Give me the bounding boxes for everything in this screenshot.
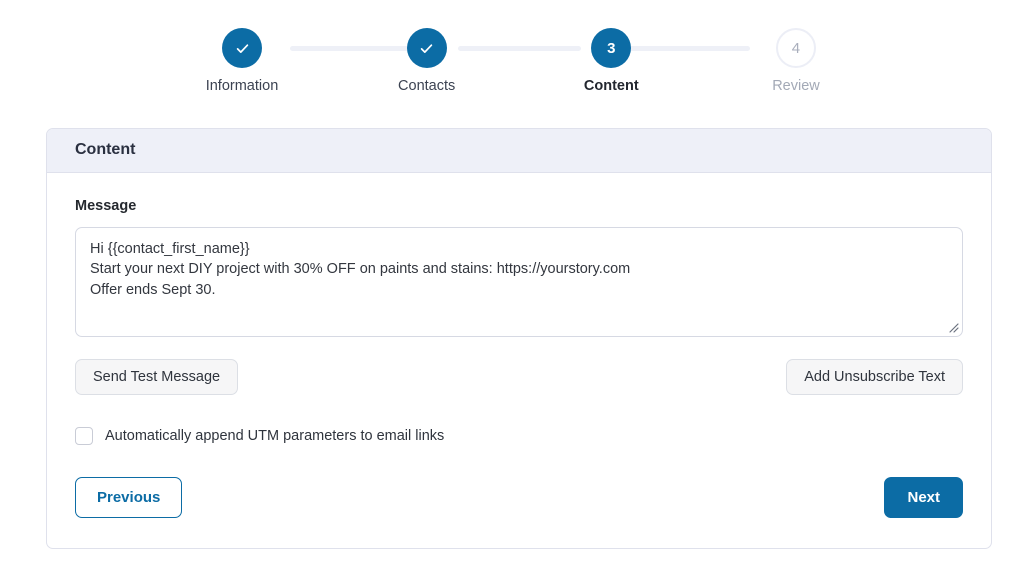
message-field-wrapper (75, 226, 963, 337)
content-card-body: Message Send Test Message Add Unsubscrib… (47, 173, 991, 548)
message-actions-row: Send Test Message Add Unsubscribe Text (75, 358, 963, 395)
send-test-message-button[interactable]: Send Test Message (75, 358, 239, 395)
step-content-circle[interactable]: 3 (591, 28, 632, 68)
previous-button[interactable]: Previous (75, 477, 183, 518)
content-card-header: Content (47, 129, 991, 173)
step-contacts-label: Contacts (398, 78, 456, 94)
message-input[interactable] (75, 226, 963, 337)
step-review-label: Review (772, 78, 820, 94)
utm-parameters-checkbox[interactable] (75, 427, 93, 445)
step-content[interactable]: 3 Content (551, 28, 671, 94)
step-contacts[interactable]: Contacts (367, 28, 487, 94)
step-information-label: Information (205, 78, 279, 94)
content-card: Content Message Send Test Message Add Un… (46, 128, 992, 549)
wizard-navigation-row: Previous Next (75, 477, 963, 518)
step-review[interactable]: 4 Review (736, 28, 856, 94)
add-unsubscribe-text-button[interactable]: Add Unsubscribe Text (786, 358, 963, 395)
step-information[interactable]: Information (182, 28, 302, 94)
wizard-stepper: Information Contacts 3 Content 4 Review (0, 0, 1036, 108)
message-label: Message (75, 198, 137, 214)
step-review-circle[interactable]: 4 (775, 28, 816, 68)
utm-parameters-label: Automatically append UTM parameters to e… (105, 427, 445, 444)
card-title: Content (75, 141, 136, 158)
step-information-circle[interactable] (222, 28, 262, 68)
check-icon (418, 40, 435, 57)
step-list: Information Contacts 3 Content 4 Review (182, 28, 856, 94)
check-icon (234, 40, 251, 57)
step-contacts-circle[interactable] (406, 28, 447, 68)
utm-option-row: Automatically append UTM parameters to e… (75, 427, 963, 445)
next-button[interactable]: Next (884, 477, 963, 518)
step-content-label: Content (583, 78, 639, 94)
